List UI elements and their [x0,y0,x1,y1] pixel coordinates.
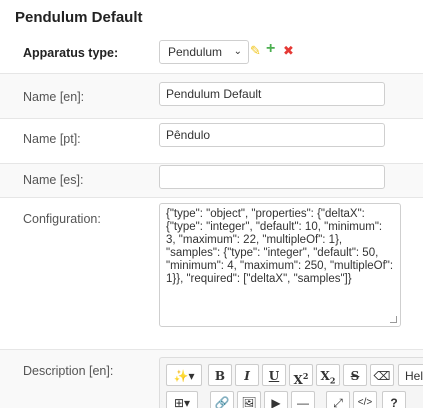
magic-style-icon[interactable]: ✨▾ [166,364,202,386]
add-plus-icon[interactable]: + [266,40,275,58]
description-en-label: Description [en]: [23,364,114,378]
video-icon[interactable]: ▶ [264,391,288,408]
apparatus-selected: Pendulum [168,45,223,59]
page-title: Pendulum Default [15,9,143,26]
name-es-input[interactable] [159,165,385,189]
font-family-dropdown[interactable]: Helv [398,364,423,386]
name-es-label: Name [es]: [23,173,84,187]
link-icon[interactable]: 🔗 [210,391,234,408]
subscript-mark: 2 [329,375,336,386]
apparatus-label: Apparatus type: [23,46,119,60]
delete-x-icon[interactable]: ✖ [283,42,294,60]
help-icon[interactable]: ? [382,391,406,408]
name-pt-input[interactable]: Pêndulo [159,123,385,147]
configuration-textarea[interactable]: {"type": "object", "properties": {"delta… [159,203,401,327]
superscript-button[interactable]: X2 [289,364,313,387]
horizontal-rule-icon[interactable]: — [291,391,315,408]
configuration-label: Configuration: [23,212,101,226]
superscript-label: X [293,373,303,387]
chevron-down-icon: ⌄ [233,46,242,57]
table-icon[interactable]: ⊞▾ [166,391,198,408]
code-view-icon[interactable]: </> [353,391,377,408]
resize-handle-icon[interactable] [390,316,397,323]
picture-icon[interactable]: 🖼 [237,391,261,408]
name-pt-label: Name [pt]: [23,132,81,146]
subscript-button[interactable]: X2 [316,364,340,386]
configuration-text: {"type": "object", "properties": {"delta… [166,208,397,285]
name-en-input[interactable]: Pendulum Default [159,82,385,106]
strikethrough-button[interactable]: S [343,364,367,386]
fullscreen-icon[interactable]: ⤢ [326,391,350,408]
superscript-mark: 2 [302,371,309,381]
bold-button[interactable]: B [208,364,232,386]
underline-button[interactable]: U [262,364,286,386]
eraser-icon[interactable]: ⌫ [370,364,394,386]
edit-pencil-icon[interactable]: ✎ [250,42,261,60]
subscript-label: X [320,369,330,383]
apparatus-select[interactable]: Pendulum ⌄ [159,40,249,64]
italic-button[interactable]: I [235,364,259,386]
name-en-label: Name [en]: [23,90,85,104]
description-editor-toolbar: ✨▾ B I U X2 X2 S ⌫ Helv ⊞▾ 🔗 🖼 ▶ — ⤢ </>… [159,357,423,408]
